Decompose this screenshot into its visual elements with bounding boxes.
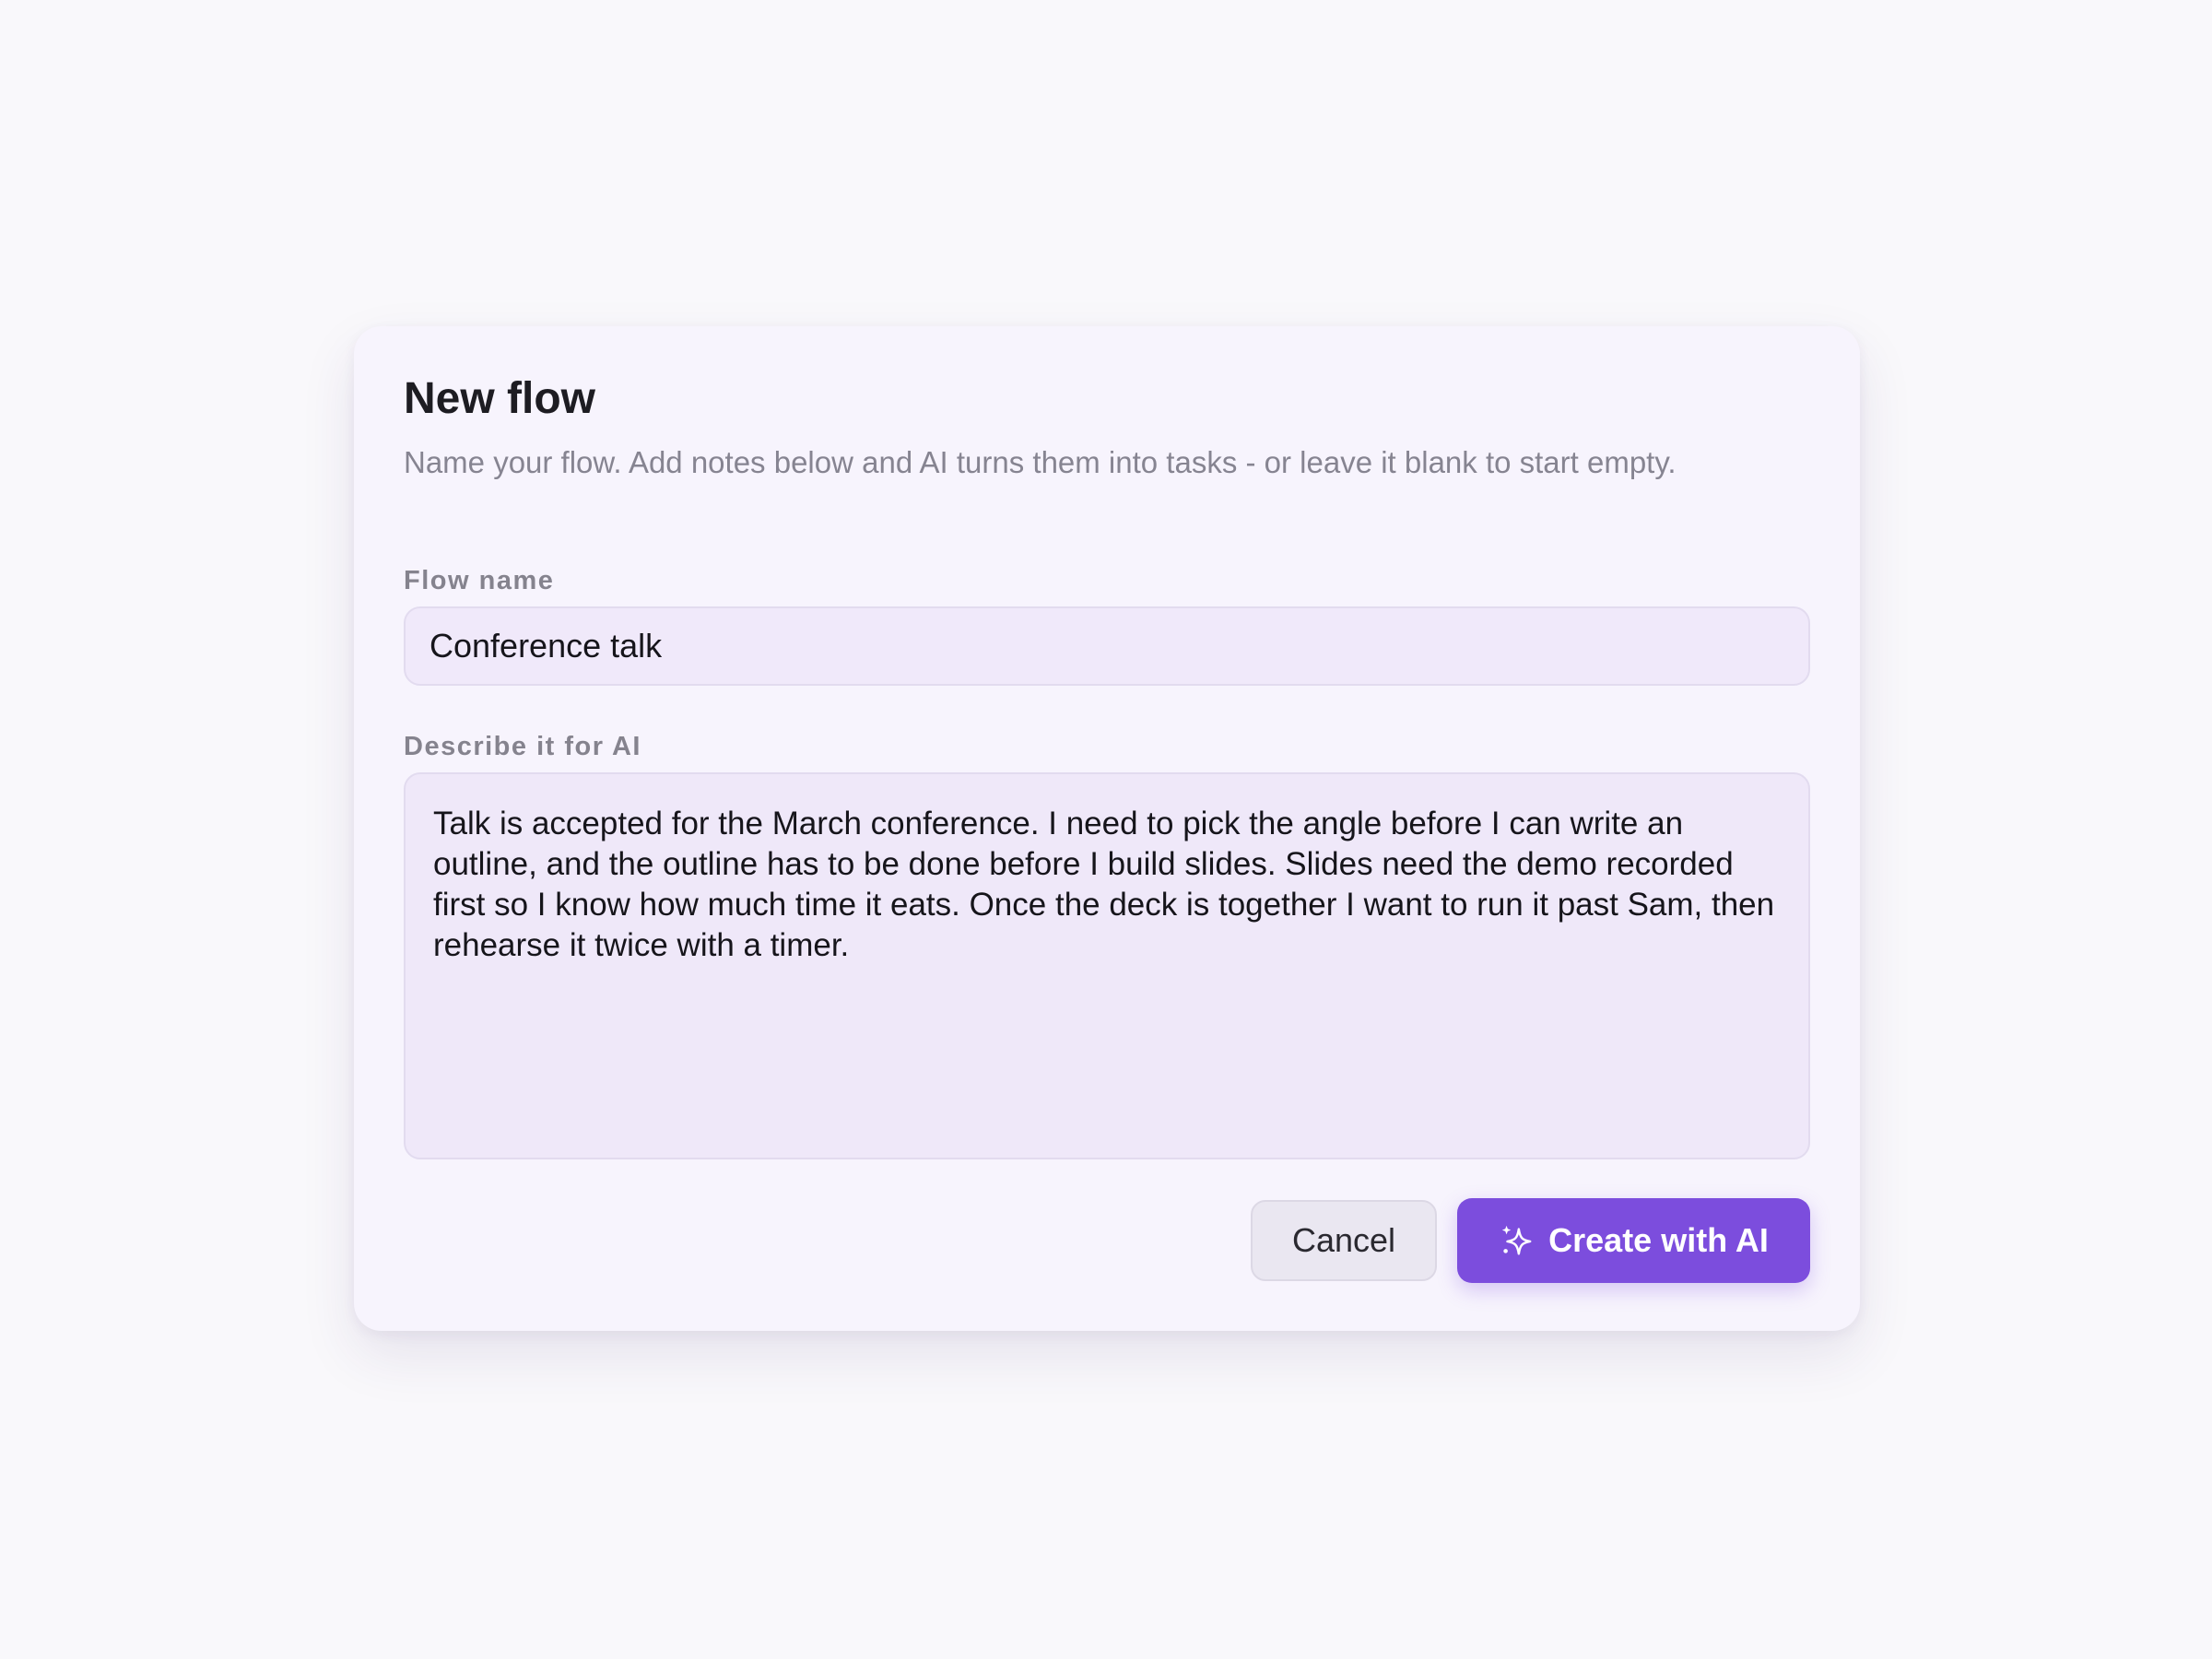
dialog-title: New flow	[404, 374, 596, 423]
cancel-button[interactable]: Cancel	[1251, 1200, 1437, 1281]
app-background: { "dialog": { "title": "New flow", "subt…	[0, 0, 2212, 1659]
sparkle-icon	[1499, 1223, 1534, 1258]
new-flow-dialog: New flow Name your flow. Add notes below…	[354, 326, 1860, 1331]
description-textarea[interactable]: Talk is accepted for the March conferenc…	[404, 772, 1810, 1159]
dialog-subtitle: Name your flow. Add notes below and AI t…	[404, 445, 1677, 479]
flow-name-input[interactable]	[404, 606, 1810, 686]
create-with-ai-label: Create with AI	[1548, 1221, 1769, 1259]
create-with-ai-button[interactable]: Create with AI	[1457, 1198, 1810, 1283]
description-label: Describe it for AI	[404, 732, 641, 761]
flow-name-label: Flow name	[404, 566, 555, 595]
